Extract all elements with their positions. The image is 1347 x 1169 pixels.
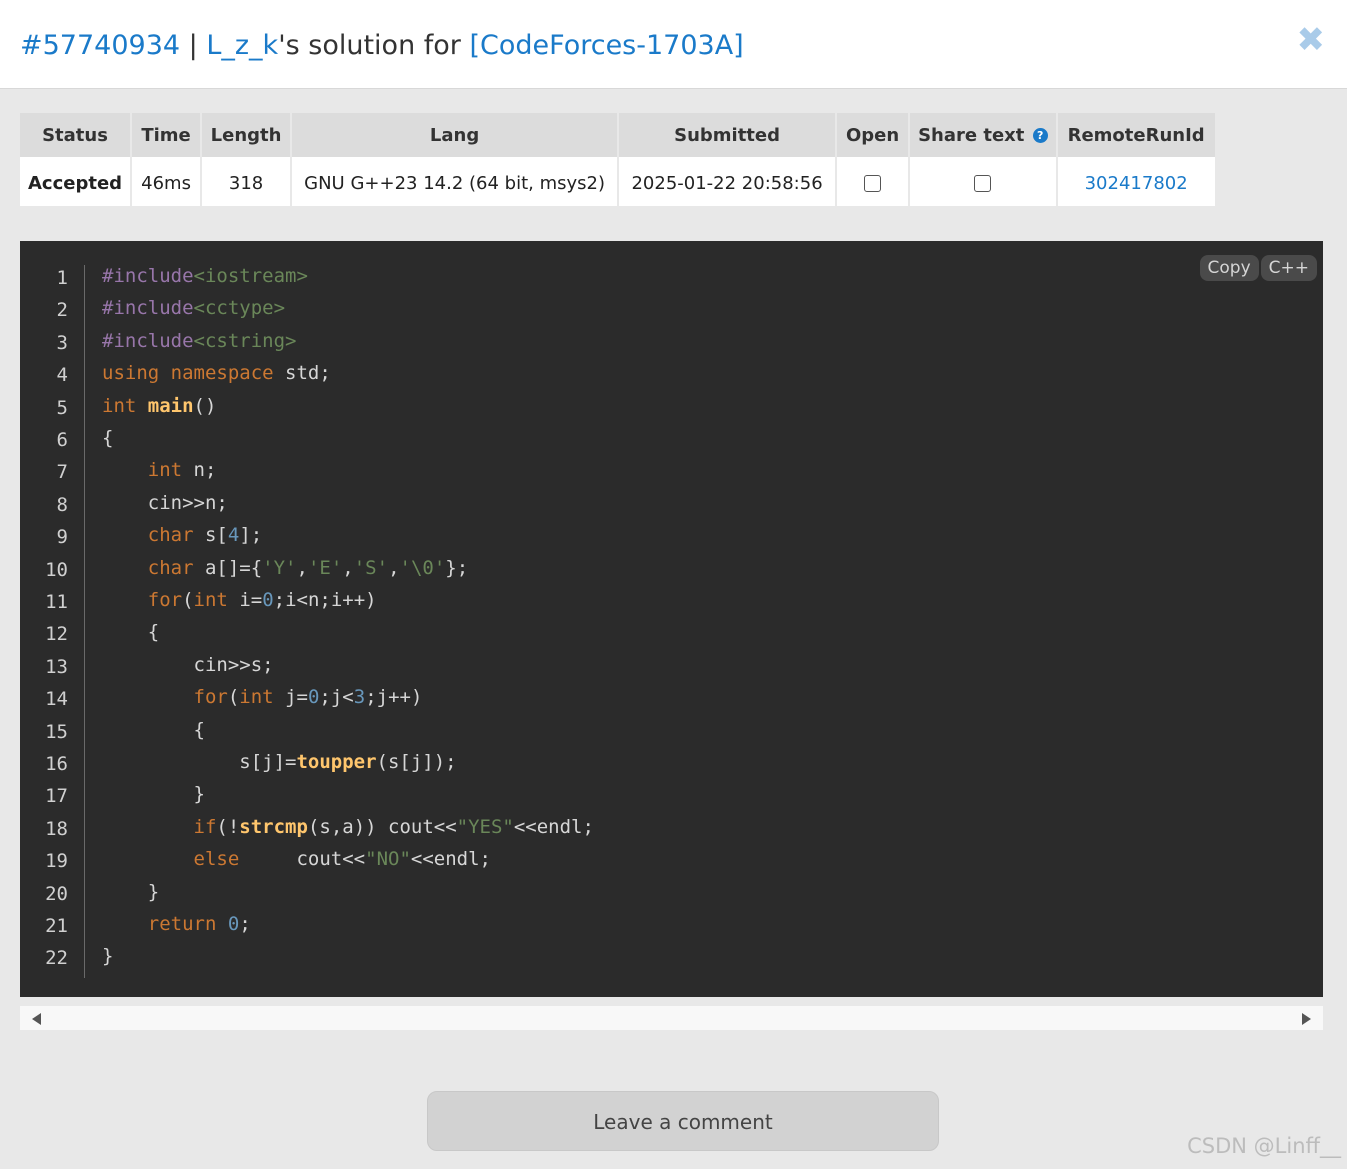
- open-checkbox[interactable]: [864, 175, 882, 192]
- header-open: Open: [837, 113, 909, 160]
- gutter-divider: [84, 265, 85, 978]
- code-line: #include<iostream>: [102, 265, 308, 287]
- line-number: 5: [56, 396, 68, 419]
- code-line: {: [102, 718, 205, 741]
- line-number: 3: [56, 331, 68, 354]
- problem-link[interactable]: [CodeForces-1703A]: [469, 30, 743, 61]
- lang-value: GNU G++23 14.2 (64 bit, msys2): [292, 160, 618, 206]
- code-line: for(int i=0;i<n;i++): [147, 589, 377, 611]
- horizontal-scrollbar[interactable]: [20, 1006, 1323, 1030]
- line-number: 9: [56, 526, 68, 549]
- line-number: 22: [45, 947, 68, 970]
- submitted-value: 2025-01-22 20:58:56: [619, 160, 836, 206]
- code-toolbar: Copy C++: [1199, 255, 1317, 281]
- code-line: return 0;: [147, 913, 251, 935]
- line-number: 8: [56, 493, 68, 516]
- code-line: else cout<<"NO"<<endl;: [193, 848, 491, 871]
- line-number: 10: [45, 558, 68, 581]
- line-number: 6: [56, 429, 68, 451]
- code-line: int main(): [102, 394, 217, 417]
- share-text-label: Share text: [918, 124, 1025, 146]
- line-number: 1: [56, 267, 68, 289]
- line-number: 15: [45, 720, 68, 743]
- code-line: char s[4];: [147, 524, 263, 547]
- code-line: s[j]=toupper(s[j]);: [102, 751, 457, 773]
- close-icon[interactable]: ✖: [1297, 22, 1326, 58]
- code-line: }: [102, 945, 114, 968]
- header-share-text: Share text ?: [910, 113, 1056, 160]
- line-number: 16: [45, 753, 68, 775]
- line-number: 13: [45, 655, 68, 678]
- status-value: Accepted: [20, 160, 131, 206]
- share-text-checkbox[interactable]: [974, 175, 992, 192]
- line-number: 11: [45, 591, 68, 613]
- code-line: {: [102, 621, 160, 644]
- code-block: Copy C++ 1 #include<iostream> 2 #include<cc…: [20, 241, 1323, 997]
- scroll-left-icon[interactable]: [32, 1013, 41, 1025]
- line-number: 7: [56, 461, 68, 484]
- line-number: 2: [56, 299, 68, 322]
- header-length: Length: [202, 113, 291, 160]
- line-number: 19: [45, 850, 68, 873]
- run-id-link[interactable]: #57740934: [20, 30, 180, 61]
- submission-info-table: Status Time Length Lang Submitted Open S…: [18, 113, 1217, 206]
- code-line: #include<cstring>: [102, 329, 297, 352]
- line-number: 4: [56, 364, 68, 387]
- code-line: if(!strcmp(s,a)) cout<<"YES"<<endl;: [193, 815, 594, 838]
- header-remote-run-id: RemoteRunId: [1057, 113, 1215, 160]
- remote-run-id-link[interactable]: 302417802: [1085, 173, 1188, 194]
- title-middle-text: 's solution for: [278, 30, 470, 61]
- open-cell: [837, 160, 909, 206]
- line-number: 12: [45, 623, 68, 646]
- table-row: Accepted 46ms 318 GNU G++23 14.2 (64 bit…: [20, 160, 1215, 206]
- code-line: char a[]={'Y','E','S','\0'};: [147, 556, 469, 579]
- header-submitted: Submitted: [619, 113, 836, 160]
- header-lang: Lang: [292, 113, 618, 160]
- copy-button[interactable]: Copy: [1199, 255, 1259, 281]
- code-line: }: [102, 880, 160, 903]
- leave-comment-button[interactable]: Leave a comment: [427, 1091, 939, 1151]
- code-line: using namespace std;: [102, 362, 331, 385]
- line-number: 14: [45, 688, 68, 711]
- code-line: for(int j=0;j<3;j++): [193, 686, 423, 709]
- language-badge: C++: [1260, 255, 1317, 281]
- title-separator: |: [180, 30, 207, 61]
- line-number: 17: [45, 785, 68, 808]
- remote-run-id-cell: 302417802: [1057, 160, 1215, 206]
- dialog-title: #57740934 | L_z_k's solution for [CodeFo…: [20, 28, 744, 64]
- code-line: cin>>n;: [102, 491, 228, 514]
- watermark: CSDN @Linff__: [1187, 1134, 1341, 1158]
- time-value: 46ms: [132, 160, 201, 206]
- header-status: Status: [20, 113, 131, 160]
- scroll-right-icon[interactable]: [1302, 1013, 1311, 1025]
- user-link[interactable]: L_z_k: [206, 30, 278, 61]
- help-icon[interactable]: ?: [1032, 128, 1048, 143]
- code-line: }: [102, 783, 205, 806]
- code-line: int n;: [147, 459, 217, 482]
- line-number: 20: [45, 882, 68, 905]
- length-value: 318: [202, 160, 291, 206]
- code-line: {: [102, 427, 114, 449]
- line-number: 18: [45, 817, 68, 840]
- header-time: Time: [132, 113, 201, 160]
- dialog-header: #57740934 | L_z_k's solution for [CodeFo…: [0, 0, 1347, 89]
- code-line: cin>>s;: [102, 653, 274, 676]
- share-cell: [910, 160, 1056, 206]
- line-number: 21: [45, 915, 68, 937]
- code-line: #include<cctype>: [102, 297, 286, 320]
- table-header-row: Status Time Length Lang Submitted Open S…: [20, 113, 1215, 160]
